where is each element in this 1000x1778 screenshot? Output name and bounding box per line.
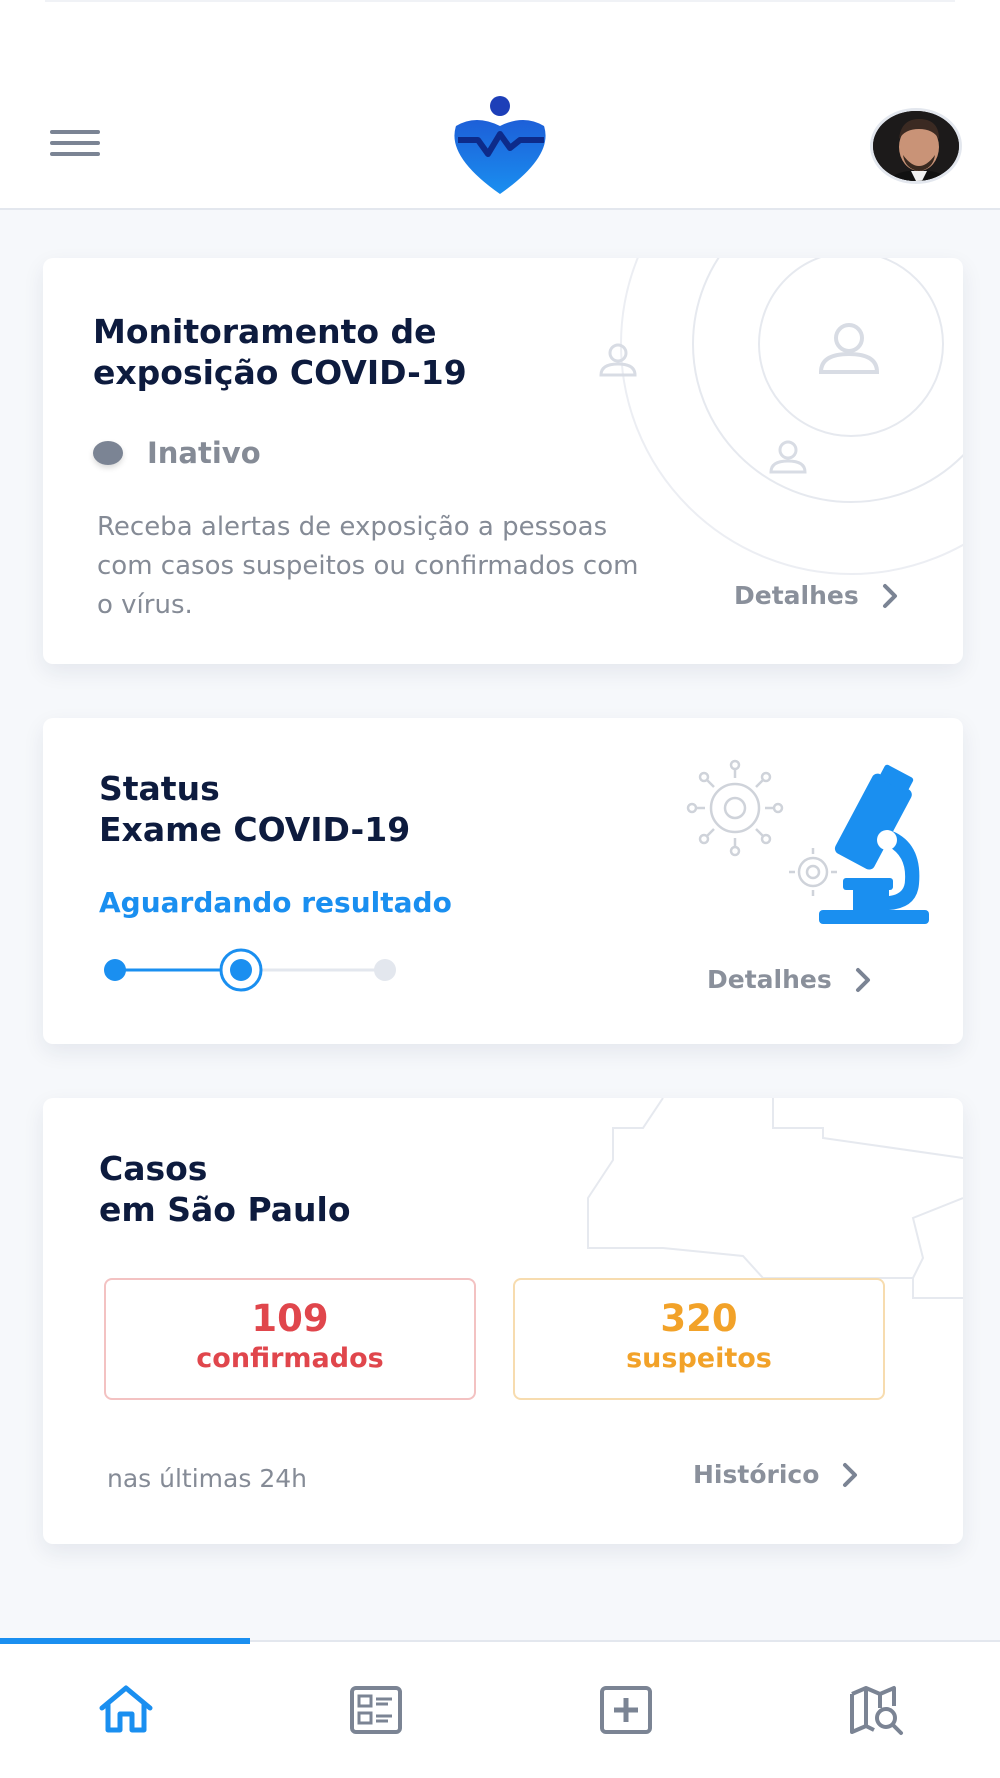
chevron-right-icon <box>882 583 897 608</box>
map-search-icon <box>850 1686 903 1735</box>
exposure-monitoring-card[interactable]: Monitoramento de exposição COVID-19 Inat… <box>43 258 963 664</box>
active-tab-indicator <box>0 1638 250 1644</box>
confirmed-cases-box: 109 confirmados <box>104 1278 476 1400</box>
nav-list[interactable] <box>346 1682 406 1738</box>
suspected-count: 320 <box>660 1297 738 1340</box>
exposure-card-description: Receba alertas de exposição a pessoas co… <box>97 512 639 620</box>
suspected-cases-box: 320 suspeitos <box>513 1278 885 1400</box>
nav-home[interactable] <box>96 1682 156 1738</box>
period-label: nas últimas 24h <box>107 1464 307 1493</box>
exam-status-label: Aguardando resultado <box>99 886 452 919</box>
nav-map[interactable] <box>846 1682 906 1738</box>
exam-status-card[interactable]: Status Exame COVID-19 Aguardando resulta… <box>43 718 963 1044</box>
bottom-navigation <box>0 1638 1000 1778</box>
nav-medical[interactable] <box>596 1682 656 1738</box>
status-bar-divider <box>45 0 955 2</box>
exposure-card-title: Monitoramento de exposição COVID-19 <box>93 312 467 392</box>
confirmed-label: confirmados <box>196 1343 384 1374</box>
details-label: Detalhes <box>734 581 859 610</box>
exam-progress-stepper <box>104 948 396 992</box>
suspected-label: suspeitos <box>626 1343 772 1374</box>
exam-details-link[interactable]: Detalhes <box>707 965 876 994</box>
chevron-right-icon <box>855 967 870 992</box>
confirmed-count: 109 <box>251 1297 329 1340</box>
exposure-status-label: Inativo <box>147 436 261 470</box>
microscope-icon <box>686 759 929 924</box>
history-label: Histórico <box>693 1460 820 1489</box>
user-avatar[interactable] <box>870 108 962 184</box>
details-label: Detalhes <box>707 965 832 994</box>
chevron-right-icon <box>843 1462 858 1487</box>
history-link[interactable]: Histórico <box>693 1460 863 1489</box>
list-icon <box>350 1686 402 1734</box>
exposure-status-toggle[interactable]: Inativo <box>93 436 261 470</box>
exposure-details-link[interactable]: Detalhes <box>734 581 903 610</box>
status-indicator-icon <box>93 441 123 465</box>
exam-card-title: Status Exame COVID-19 <box>99 769 411 849</box>
home-icon <box>99 1685 153 1733</box>
hamburger-menu-icon[interactable] <box>50 128 100 160</box>
cases-card[interactable]: Casos em São Paulo 109 confirmados 320 s… <box>43 1098 963 1544</box>
heart-shield-logo <box>454 96 546 194</box>
app-header <box>0 0 1000 210</box>
medical-plus-icon <box>600 1686 652 1734</box>
cases-card-title: Casos em São Paulo <box>99 1149 351 1229</box>
